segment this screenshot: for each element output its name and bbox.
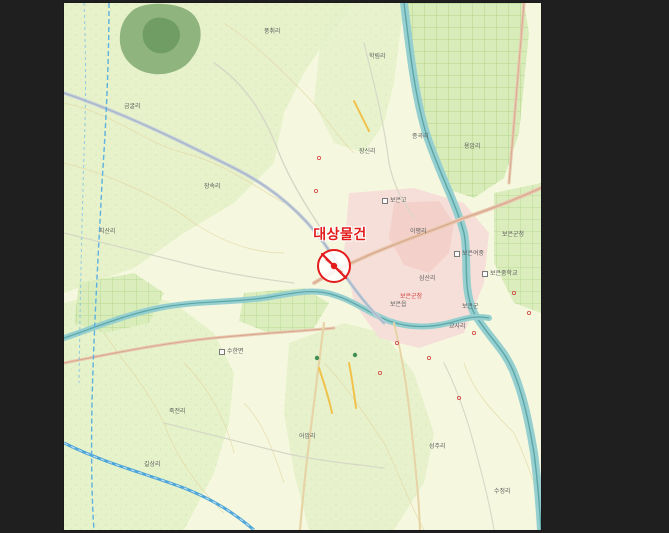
place-label-yongam-ri: 용암리: [464, 143, 481, 150]
place-label-jukjeon-ri: 죽전리: [169, 408, 186, 415]
place-label-boeun-county-office-2: 보은군청: [400, 293, 423, 300]
place-label-boeun-eup: 보은읍: [390, 301, 407, 308]
place-label-pungchwi-ri: 풍취리: [264, 28, 281, 35]
place-label-boeun-middle-school: 보은중학교: [482, 270, 518, 277]
target-property-label: 대상물건: [313, 227, 367, 243]
place-label-eoam-ri: 어암리: [299, 433, 316, 440]
map-frame[interactable]: 대상물건 보은군청 보은군 보은군청 보은고 보은여중 수한면 보은중학교 보은…: [64, 3, 541, 530]
place-label-jonggok-ri: 종곡리: [412, 133, 429, 140]
place-label-sujeong-ri: 수정리: [494, 488, 511, 495]
place-label-ipyeong-ri: 이평리: [410, 228, 427, 235]
place-label-geumgul-ri: 금굴리: [124, 103, 141, 110]
place-label-seongju-ri: 성주리: [429, 443, 446, 450]
place-label-jangsin-ri: 장신리: [359, 148, 376, 155]
place-label-hakrim-ri: 학림리: [369, 53, 386, 60]
map-viewer: 대상물건 보은군청 보은군 보은군청 보은고 보은여중 수한면 보은중학교 보은…: [0, 0, 669, 533]
base-map[interactable]: [64, 3, 541, 530]
place-label-gyosa-ri: 교사리: [449, 323, 466, 330]
place-label-samsan-ri: 삼산리: [419, 275, 436, 282]
place-label-boeun-county-office: 보은군청: [502, 231, 525, 238]
target-marker[interactable]: [317, 249, 351, 283]
place-label-jangsok-ri: 장속리: [204, 183, 221, 190]
place-label-boeun-high: 보은고: [382, 197, 407, 204]
place-label-gilsang-ri: 길상리: [144, 461, 161, 468]
place-label-suhan-myeon: 수한면: [219, 348, 244, 355]
place-label-boeun-girls-middle: 보은여중: [454, 250, 484, 257]
place-label-boeun-county: 보은군: [462, 303, 479, 310]
place-label-jisan-ri: 지산리: [99, 228, 116, 235]
